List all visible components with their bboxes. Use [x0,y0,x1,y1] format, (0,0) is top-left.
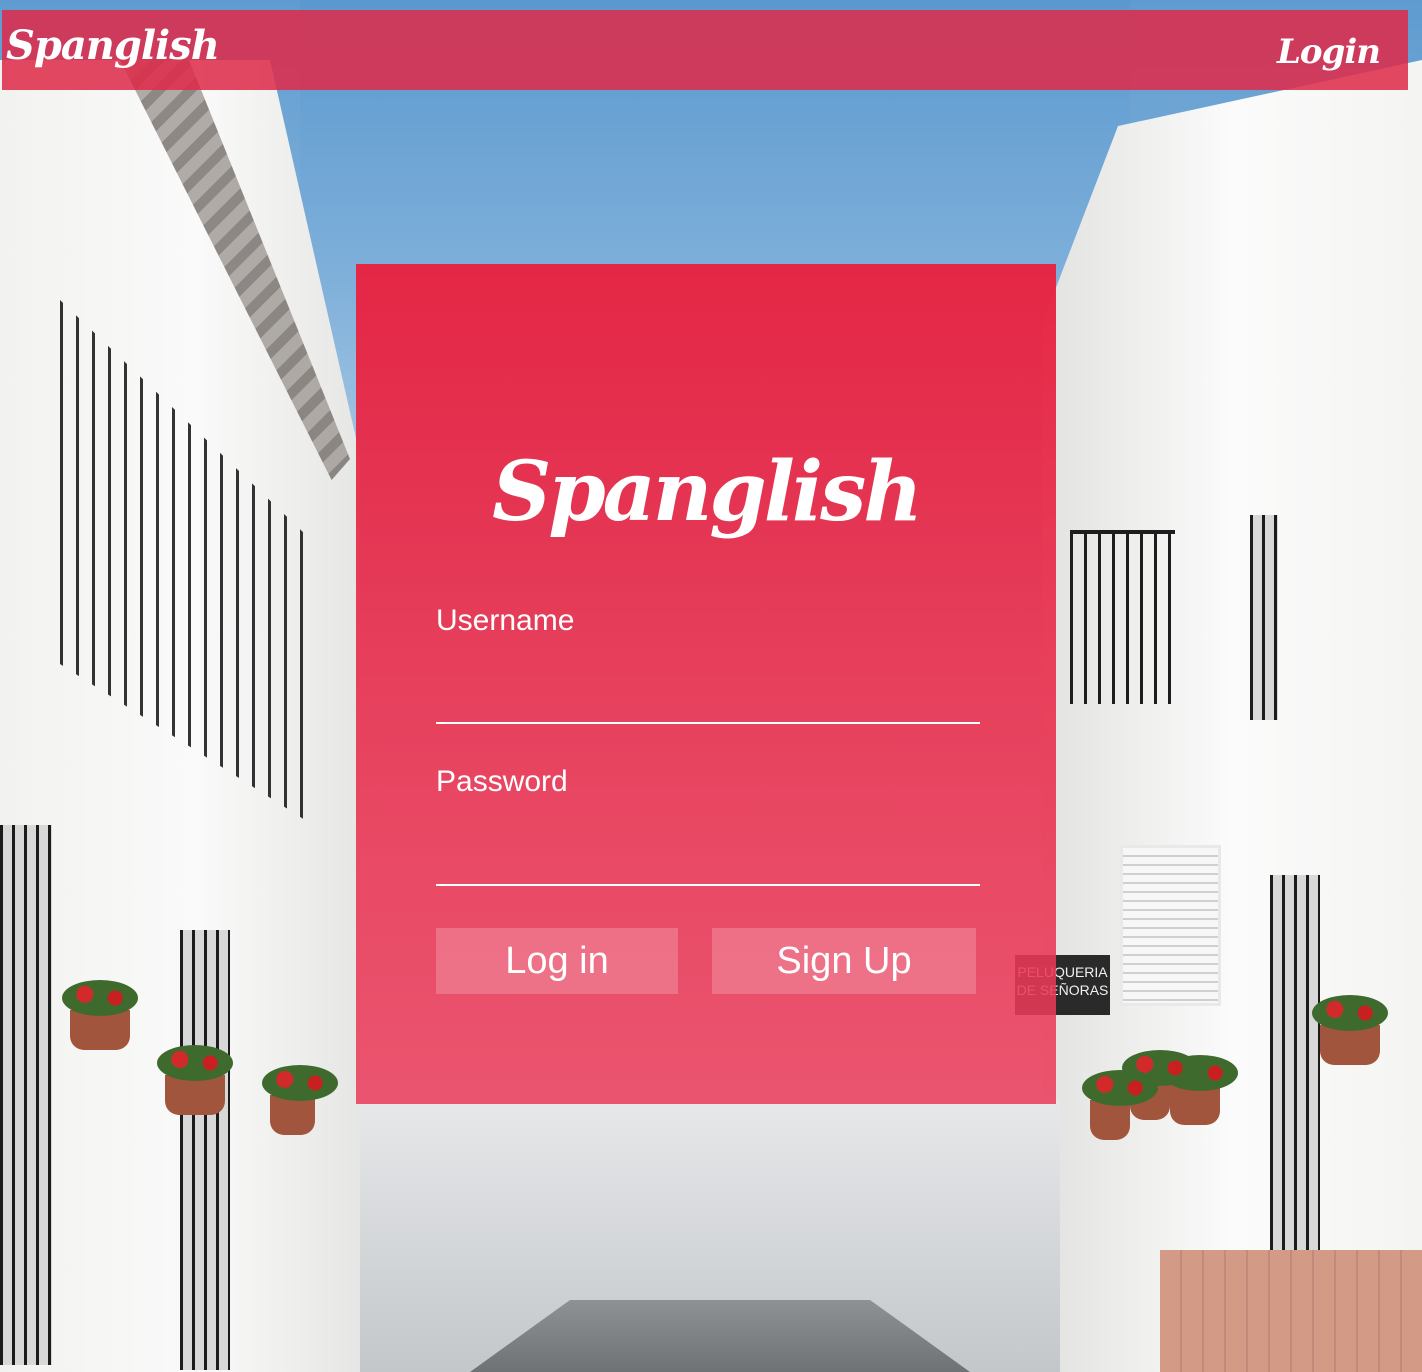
flower-pot [157,1045,233,1115]
password-input[interactable] [436,826,980,886]
flower-pot [262,1065,338,1135]
top-navbar: Spanglish Login [2,10,1408,90]
brand-logo-link[interactable]: Spanglish [6,22,220,69]
right-shutter [1120,845,1221,1006]
tiled-wall-base [1160,1250,1422,1372]
username-label: Username [436,604,575,637]
left-window-grill-2 [180,930,230,1370]
right-upper-window-grill [1250,515,1278,720]
card-logo: Spanglish [492,444,923,540]
flower-pot [62,980,138,1050]
left-window-grill [0,825,52,1365]
login-button[interactable]: Log in [436,928,678,994]
username-input[interactable] [436,664,980,724]
password-label: Password [436,765,568,798]
flower-pot [1162,1055,1238,1125]
flower-pot [1082,1070,1158,1140]
flower-pot [1312,995,1388,1065]
right-building [1042,60,1422,1372]
login-card: Spanglish Username Password Log in Sign … [356,264,1056,1104]
right-window-grill [1270,875,1320,1305]
nav-login-link[interactable]: Login [1277,32,1381,72]
right-balcony-railing [1070,530,1175,704]
signup-button[interactable]: Sign Up [712,928,976,994]
